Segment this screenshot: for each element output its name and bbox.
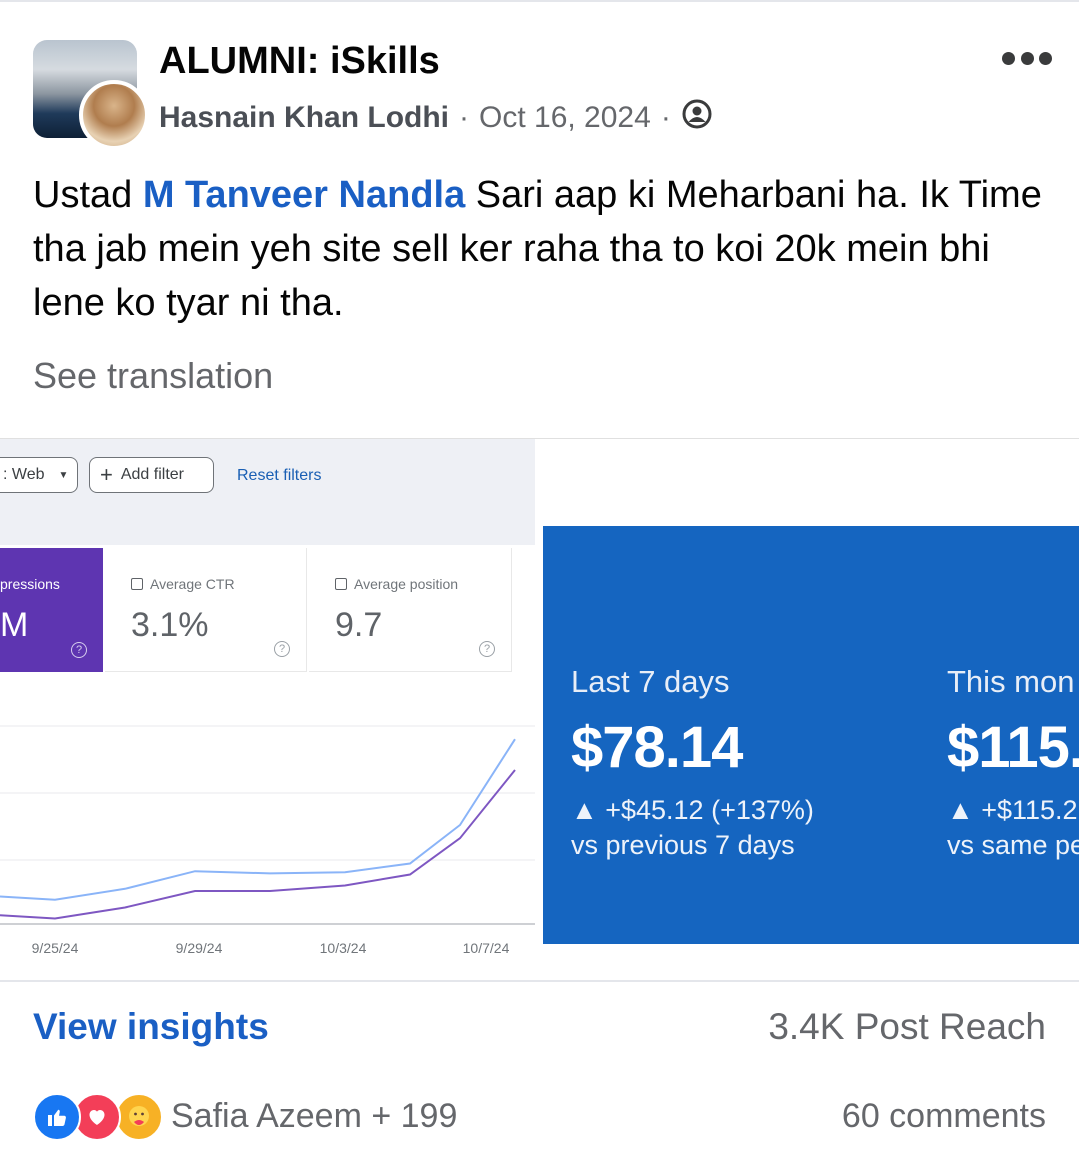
meta-separator: · — [459, 101, 470, 134]
chart-tick-label: 9/25/24 — [32, 940, 79, 956]
post-text: Ustad M Tanveer Nandla Sari aap ki Mehar… — [33, 168, 1043, 330]
care-reaction-icon — [115, 1093, 163, 1141]
comments-count[interactable]: 60 comments — [842, 1097, 1046, 1136]
reactions-summary[interactable]: Safia Azeem + 199 — [33, 1093, 458, 1141]
like-reaction-icon — [33, 1093, 81, 1141]
revenue-last-7-days: Last 7 days $78.14 ▲ +$45.12 (+137%) vs … — [571, 664, 814, 861]
filter-bar: : Web ▼ + Add filter Reset filters — [0, 439, 535, 545]
reset-filters-link: Reset filters — [237, 467, 322, 484]
add-icon: + — [100, 462, 113, 487]
revenue-change: ▲ +$115.2 — [947, 795, 1078, 825]
checkbox-icon — [335, 578, 347, 590]
author-name[interactable]: Hasnain Khan Lodhi — [159, 101, 449, 135]
revenue-card: Last 7 days $78.14 ▲ +$45.12 (+137%) vs … — [543, 526, 1079, 944]
privacy-icon[interactable] — [681, 98, 713, 138]
help-icon: ? — [479, 641, 495, 657]
revenue-period-label: Last 7 days — [571, 664, 730, 699]
revenue-this-month: This mon $115. ▲ +$115.2 vs same pe — [947, 664, 1079, 861]
meta-separator: · — [660, 101, 671, 134]
view-insights-link[interactable]: View insights — [33, 1006, 269, 1048]
metric-label: Average CTR — [150, 576, 235, 592]
more-options-icon[interactable] — [1002, 52, 1052, 66]
top-divider — [0, 0, 1079, 2]
metric-label-row: Average CTR — [131, 576, 235, 592]
help-icon: ? — [274, 641, 290, 657]
metric-value: 3.1% — [131, 606, 209, 644]
dropdown-icon: ▼ — [58, 469, 69, 481]
metric-value: 9.7 — [335, 606, 383, 644]
post-date[interactable]: Oct 16, 2024 — [479, 101, 651, 135]
revenue-comparison: vs same pe — [947, 830, 1079, 860]
metric-average-ctr: Average CTR 3.1% ? — [105, 548, 307, 672]
chart-tick-label: 9/29/24 — [176, 940, 223, 956]
search-type-filter: : Web ▼ — [0, 457, 78, 493]
author-avatar[interactable] — [79, 80, 149, 150]
performance-chart: 9/25/24 9/29/24 10/3/24 10/7/24 — [0, 725, 535, 956]
revenue-change: ▲ +$45.12 (+137%) — [571, 795, 814, 825]
help-icon: ? — [71, 642, 87, 658]
metric-label: pressions — [0, 576, 60, 592]
reaction-icons — [33, 1093, 163, 1141]
metric-value: M — [0, 606, 29, 644]
chart-tick-label: 10/3/24 — [320, 940, 367, 956]
add-filter-button: + Add filter — [89, 457, 214, 493]
revenue-period-label: This mon — [947, 664, 1075, 699]
metric-impressions: pressions M ? — [0, 548, 103, 672]
post-meta: Hasnain Khan Lodhi · Oct 16, 2024 · — [159, 98, 713, 138]
revenue-amount: $115. — [947, 715, 1079, 780]
reactions-text: Safia Azeem + 199 — [171, 1096, 458, 1135]
metric-label-row: Average position — [335, 576, 458, 592]
metric-average-position: Average position 9.7 ? — [309, 548, 512, 672]
see-translation-link[interactable]: See translation — [33, 355, 273, 397]
revenue-comparison: vs previous 7 days — [571, 830, 795, 860]
group-name[interactable]: ALUMNI: iSkills — [159, 40, 440, 83]
metric-label: Average position — [354, 576, 459, 592]
checkbox-icon — [131, 578, 143, 590]
revenue-amount: $78.14 — [571, 715, 743, 780]
filter-chip-label: : Web — [3, 466, 45, 483]
group-avatar[interactable] — [33, 40, 149, 150]
chart-series-line-1 — [0, 738, 516, 901]
mention-link[interactable]: M Tanveer Nandla — [143, 174, 465, 216]
post-reach: 3.4K Post Reach — [768, 1006, 1046, 1047]
post-text-start: Ustad — [33, 174, 143, 216]
add-filter-label: Add filter — [120, 466, 184, 483]
footer-divider — [0, 980, 1079, 982]
chart-tick-label: 10/7/24 — [463, 940, 510, 956]
post-image[interactable]: : Web ▼ + Add filter Reset filters press… — [0, 438, 1079, 980]
